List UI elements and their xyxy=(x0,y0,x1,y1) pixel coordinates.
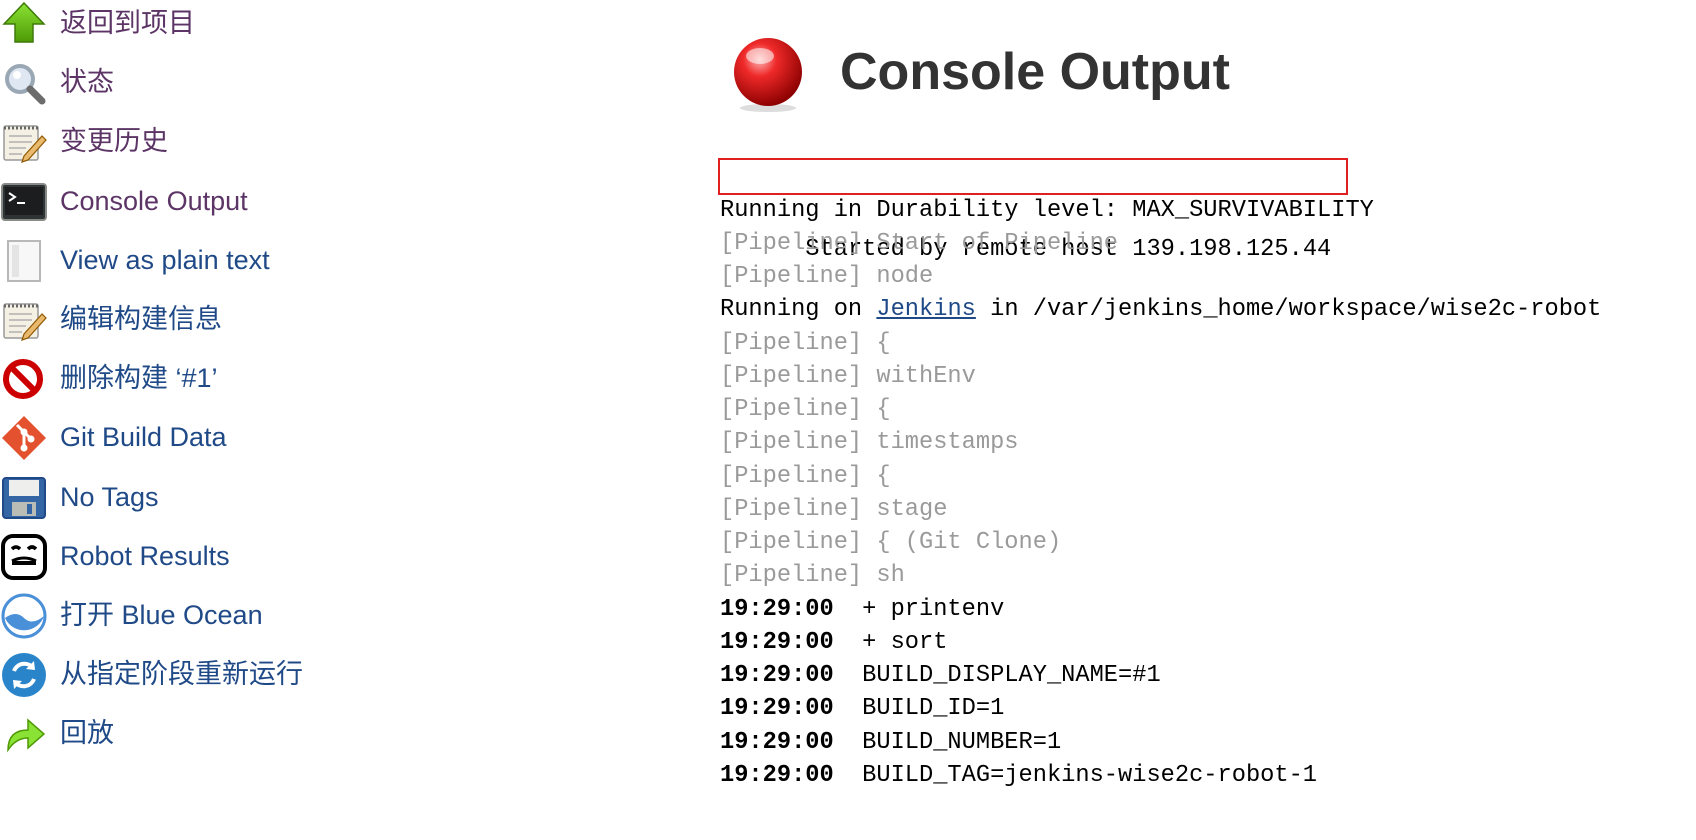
console-line-timestamped: 19:29:00 BUILD_DISPLAY_NAME=#1 xyxy=(720,658,1161,694)
sidebar-item-label: 返回到项目 xyxy=(60,8,195,38)
sidebar-item-label: 删除构建 ‘#1’ xyxy=(60,363,218,393)
terminal-icon xyxy=(0,178,48,226)
floppy-disk-icon xyxy=(0,474,48,522)
page-header: Console Output xyxy=(728,34,1230,114)
console-line-pipeline: [Pipeline] Start of Pipeline xyxy=(720,230,1119,257)
sidebar-item-label: No Tags xyxy=(60,482,159,512)
sidebar-item-git-build-data[interactable]: Git Build Data xyxy=(0,414,560,466)
sidebar-item-replay[interactable]: 回放 xyxy=(0,710,560,762)
red-ball-icon xyxy=(734,38,802,112)
jenkins-node-link[interactable]: Jenkins xyxy=(876,296,976,323)
console-line-text: + sort xyxy=(833,629,948,656)
no-entry-icon xyxy=(0,355,48,403)
git-icon xyxy=(0,414,48,462)
console-line-pipeline: [Pipeline] stage xyxy=(720,496,948,523)
magnifier-icon xyxy=(0,59,48,107)
console-line-text: BUILD_ID=1 xyxy=(833,695,1005,722)
timestamp: 19:29:00 xyxy=(720,729,834,756)
sidebar-item-back-to-project[interactable]: 返回到项目 xyxy=(0,0,560,52)
sidebar-item-view-plain-text[interactable]: View as plain text xyxy=(0,237,560,289)
console-line-pipeline: [Pipeline] node xyxy=(720,263,934,290)
console-line-text: BUILD_NUMBER=1 xyxy=(833,729,1062,756)
console-line-text: + printenv xyxy=(833,596,1005,623)
console-line-durability: Running in Durability level: MAX_SURVIVA… xyxy=(720,197,1374,224)
console-line-pipeline: [Pipeline] { xyxy=(720,330,891,357)
notepad-edit-icon xyxy=(0,296,48,344)
console-line-timestamped: 19:29:00 BUILD_NUMBER=1 xyxy=(720,725,1061,761)
sidebar-item-open-blue-ocean[interactable]: 打开 Blue Ocean xyxy=(0,592,560,644)
document-icon xyxy=(0,237,48,285)
sidebar-item-label: 从指定阶段重新运行 xyxy=(60,659,303,689)
sidebar-item-label: 状态 xyxy=(60,67,114,97)
console-line-pipeline: [Pipeline] { xyxy=(720,396,891,423)
sidebar: 返回到项目 状态 变更历史 Console Output View as pla… xyxy=(0,0,600,840)
console-line-started-by: Started by remote host 139.198.125.44 xyxy=(718,158,1348,263)
timestamp: 19:29:00 xyxy=(720,629,834,656)
sidebar-item-restart-from-stage[interactable]: 从指定阶段重新运行 xyxy=(0,651,560,703)
timestamp: 19:29:00 xyxy=(720,662,834,689)
console-line-timestamped: 19:29:00 + sort xyxy=(720,625,947,661)
timestamp: 19:29:00 xyxy=(720,695,834,722)
console-line-timestamped: 19:29:00 BUILD_TAG=jenkins-wise2c-robot-… xyxy=(720,758,1317,794)
timestamp: 19:29:00 xyxy=(720,762,834,789)
sidebar-item-label: Git Build Data xyxy=(60,422,227,452)
sidebar-item-robot-results[interactable]: Robot Results xyxy=(0,533,560,585)
restart-icon xyxy=(0,651,48,699)
sidebar-item-status[interactable]: 状态 xyxy=(0,59,560,111)
timestamp: 19:29:00 xyxy=(720,596,834,623)
sidebar-item-label: 打开 Blue Ocean xyxy=(60,600,263,630)
sidebar-item-label: View as plain text xyxy=(60,245,270,275)
notepad-icon xyxy=(0,118,48,166)
running-on-prefix: Running on xyxy=(720,296,877,323)
robot-icon xyxy=(0,533,48,581)
console-line-pipeline: [Pipeline] withEnv xyxy=(720,363,976,390)
main-panel: Console Output Started by remote host 13… xyxy=(700,0,1696,840)
running-on-suffix: in /var/jenkins_home/workspace/wise2c-ro… xyxy=(975,296,1602,323)
console-line-pipeline: [Pipeline] { (Git Clone) xyxy=(720,529,1062,556)
sidebar-item-label: 变更历史 xyxy=(60,126,168,156)
console-line-timestamped: 19:29:00 + printenv xyxy=(720,592,1004,628)
console-line-pipeline: [Pipeline] { xyxy=(720,463,891,490)
sidebar-item-edit-build-info[interactable]: 编辑构建信息 xyxy=(0,296,560,348)
sidebar-item-label: 回放 xyxy=(60,718,114,748)
sidebar-item-console-output[interactable]: Console Output xyxy=(0,178,560,230)
sidebar-item-label: Robot Results xyxy=(60,541,230,571)
console-line-pipeline: [Pipeline] timestamps xyxy=(720,429,1019,456)
sidebar-item-label: Console Output xyxy=(60,186,248,216)
sidebar-item-no-tags[interactable]: No Tags xyxy=(0,474,560,526)
console-line-text: BUILD_TAG=jenkins-wise2c-robot-1 xyxy=(833,762,1318,789)
replay-arrow-icon xyxy=(0,710,48,758)
console-line-running-on: Running on Jenkins in /var/jenkins_home/… xyxy=(720,292,1601,328)
highlight-annotation-box xyxy=(718,158,1348,195)
console-line-text: BUILD_DISPLAY_NAME=#1 xyxy=(833,662,1161,689)
console-line-pipeline: [Pipeline] sh xyxy=(720,562,905,589)
sidebar-item-changes[interactable]: 变更历史 xyxy=(0,118,560,170)
blue-ocean-icon xyxy=(0,592,48,640)
sidebar-item-delete-build[interactable]: 删除构建 ‘#1’ xyxy=(0,355,560,407)
page-title: Console Output xyxy=(840,43,1230,101)
up-arrow-icon xyxy=(0,0,48,48)
sidebar-item-label: 编辑构建信息 xyxy=(60,304,222,334)
console-line-timestamped: 19:29:00 BUILD_ID=1 xyxy=(720,691,1004,727)
